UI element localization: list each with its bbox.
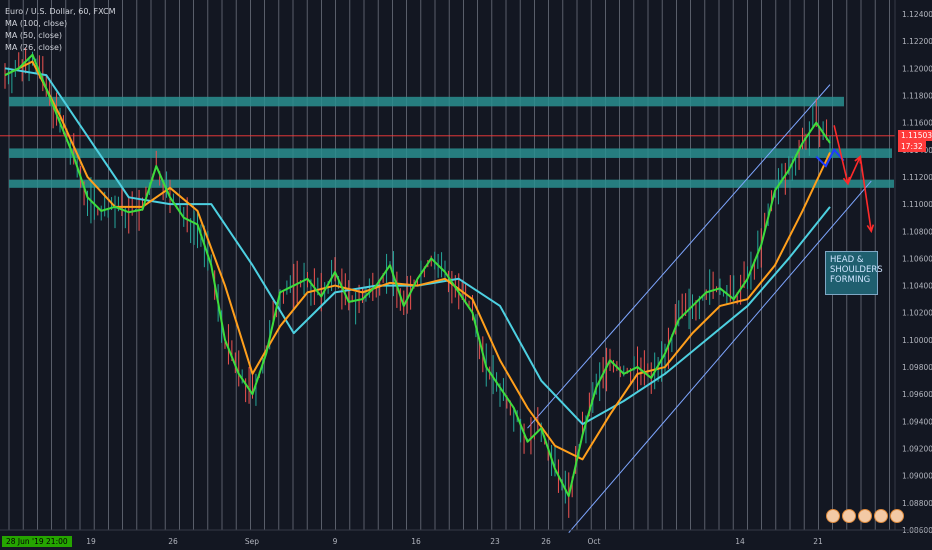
user-icon[interactable] [858, 509, 872, 523]
x-tick-label: 21 [813, 537, 823, 546]
y-tick-label: 1.10200 [902, 309, 932, 318]
y-tick-label: 1.09600 [902, 390, 932, 399]
chart-legend: Euro / U.S. Dollar, 60, FXCM MA (100, cl… [5, 6, 116, 54]
ma50-line [4, 60, 831, 461]
countdown-tag: 17:32 [898, 141, 926, 152]
channel-line-lower [568, 180, 872, 534]
y-tick-label: 1.08800 [902, 499, 932, 508]
ma100-line [4, 67, 831, 426]
y-tick-label: 1.11600 [902, 119, 932, 128]
user-icon[interactable] [842, 509, 856, 523]
y-tick-label: 1.12000 [902, 64, 932, 73]
y-tick-label: 1.09800 [902, 363, 932, 372]
y-tick-label: 1.10400 [902, 282, 932, 291]
x-tick-label: Sep [245, 537, 259, 546]
resistance-zone-middle [9, 148, 892, 158]
x-tick-label: 9 [333, 537, 338, 546]
resistance-zone-upper [9, 96, 844, 107]
user-icon[interactable] [890, 509, 904, 523]
x-tick-label: 14 [735, 537, 745, 546]
y-tick-label: 1.12400 [902, 10, 932, 19]
crosshair-time-tag: 28 Jun '19 21:00 [2, 536, 72, 547]
y-tick-label: 1.09400 [902, 417, 932, 426]
legend-symbol: Euro / U.S. Dollar, 60, FXCM [5, 7, 116, 16]
y-tick-label: 1.11000 [902, 200, 932, 209]
x-tick-label: 16 [411, 537, 421, 546]
y-tick-label: 1.10000 [902, 336, 932, 345]
x-tick-label: 26 [168, 537, 178, 546]
head-shoulders-note: HEAD & SHOULDERS FORMING [825, 251, 883, 295]
y-tick-label: 1.11200 [902, 173, 932, 182]
legend-ma50: MA (50, close) [5, 31, 63, 40]
legend-ma26: MA (26, close) [5, 43, 63, 52]
y-tick-label: 1.10800 [902, 227, 932, 236]
toolbar-icons[interactable] [826, 509, 904, 523]
projection-arrow [859, 156, 873, 232]
x-tick-label: 19 [86, 537, 96, 546]
x-tick-label: Oct [588, 537, 601, 546]
y-tick-label: 1.11800 [902, 91, 932, 100]
user-icon[interactable] [874, 509, 888, 523]
x-tick-label: 23 [490, 537, 500, 546]
y-tick-label: 1.12200 [902, 37, 932, 46]
y-tick-label: 1.10600 [902, 254, 932, 263]
x-tick-label: 26 [541, 537, 551, 546]
ma26-line [4, 53, 831, 498]
resistance-zone-lower [9, 179, 894, 188]
current-price-tag: 1.11503 [898, 130, 932, 141]
user-icon[interactable] [826, 509, 840, 523]
legend-ma100: MA (100, close) [5, 19, 68, 28]
price-chart[interactable]: 1.124001.122001.120001.118001.116001.114… [0, 0, 932, 550]
y-tick-label: 1.09000 [902, 472, 932, 481]
y-tick-label: 1.09200 [902, 445, 932, 454]
